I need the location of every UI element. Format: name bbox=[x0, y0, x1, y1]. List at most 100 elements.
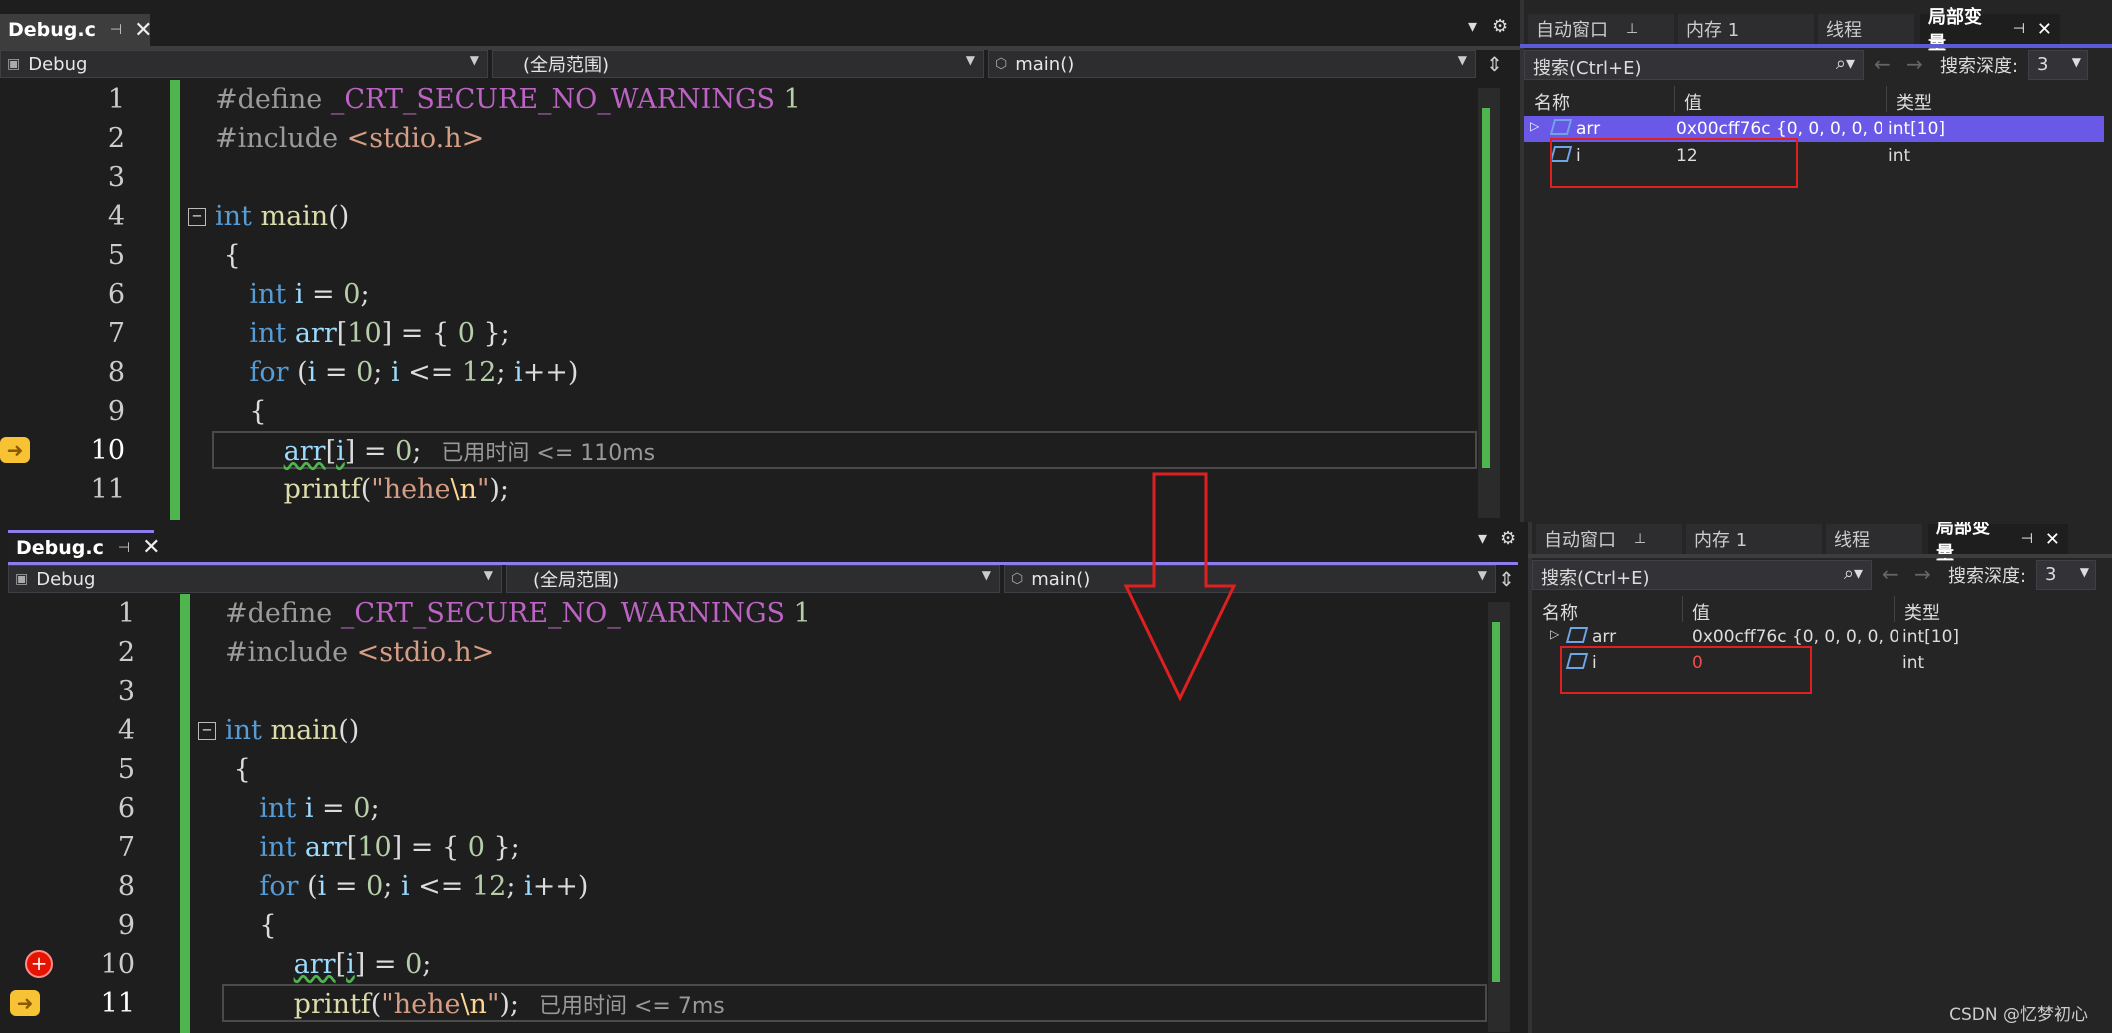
code-line[interactable]: 5 { bbox=[10, 750, 1510, 789]
close-icon[interactable]: ✕ bbox=[142, 535, 160, 560]
code-line[interactable]: 9 { bbox=[0, 392, 1500, 431]
header-name[interactable]: 名称 bbox=[1542, 599, 1578, 625]
tab-locals[interactable]: 局部变量⊣✕ bbox=[1928, 522, 2068, 564]
function-combo[interactable]: ⬡ main() ▼ bbox=[1004, 565, 1496, 593]
search-depth-select[interactable]: 3 ▼ bbox=[2028, 50, 2088, 80]
pin-icon[interactable]: ⊥ bbox=[1626, 21, 1638, 37]
close-icon[interactable]: ✕ bbox=[2037, 19, 2052, 40]
pin-icon[interactable]: ⊣ bbox=[2013, 21, 2025, 37]
tab-locals[interactable]: 局部变量⊣✕ bbox=[1920, 7, 2060, 54]
code-line[interactable]: 2 #include <stdio.h> bbox=[0, 119, 1500, 158]
tab-memory[interactable]: 内存 1 bbox=[1686, 524, 1822, 554]
header-value[interactable]: 值 bbox=[1692, 599, 1710, 625]
line-number: 4 bbox=[107, 201, 125, 232]
code-line-current[interactable]: ➜ 10 arr[i] = 0; 已用时间 <= 110ms bbox=[0, 431, 1500, 470]
current-statement-arrow-icon: ➜ bbox=[10, 990, 40, 1016]
doc-tab-debug-c[interactable]: Debug.c ⊣ ✕ bbox=[8, 530, 161, 562]
code-line[interactable]: 7 int arr[10] = { 0 }; bbox=[10, 828, 1510, 867]
arrow-right-icon[interactable]: → bbox=[1906, 52, 1923, 76]
pin-icon[interactable]: ⊣ bbox=[2021, 531, 2033, 547]
tab-label: 自动窗口 bbox=[1536, 20, 1608, 41]
breakpoint-icon[interactable]: + bbox=[25, 950, 53, 978]
doc-tab-label: Debug.c bbox=[16, 536, 104, 559]
code-line[interactable]: 4 − int main() bbox=[0, 197, 1500, 236]
code-line[interactable]: 3 bbox=[10, 672, 1510, 711]
header-type[interactable]: 类型 bbox=[1896, 89, 1932, 115]
project-combo[interactable]: ▣ Debug ▼ bbox=[0, 50, 488, 78]
line-number: 4 bbox=[117, 715, 135, 746]
code-line[interactable]: 8 for (i = 0; i <= 12; i++) bbox=[10, 867, 1510, 906]
scrollbar-thumb[interactable] bbox=[1482, 108, 1490, 468]
close-icon[interactable]: ✕ bbox=[134, 18, 152, 43]
scrollbar-thumb[interactable] bbox=[1492, 622, 1500, 982]
header-value[interactable]: 值 bbox=[1684, 89, 1702, 115]
column-divider[interactable] bbox=[1886, 86, 1887, 112]
expand-triangle-icon[interactable]: ▷ bbox=[1530, 119, 1539, 133]
tab-list-dropdown-icon[interactable]: ▾ bbox=[1468, 16, 1477, 37]
split-icon[interactable]: ⇕ bbox=[1498, 567, 1515, 591]
pin-icon[interactable]: ⊣ bbox=[110, 22, 122, 38]
row-value[interactable]: 0x00cff76c {0, 0, 0, 0, 0, 0, 0, 0, ... bbox=[1692, 627, 1898, 647]
code-line[interactable]: 11 printf("hehe\n"); bbox=[0, 470, 1500, 509]
line-number: 7 bbox=[117, 832, 135, 863]
row-value[interactable]: 0x00cff76c {0, 0, 0, 0, 0, 0, 0, 0, ... bbox=[1676, 119, 1882, 139]
search-input[interactable]: 搜索(Ctrl+E) ⌕▾ bbox=[1532, 560, 1872, 590]
code-line[interactable]: 2 #include <stdio.h> bbox=[10, 633, 1510, 672]
doc-tab-debug-c[interactable]: Debug.c ⊣ ✕ bbox=[0, 14, 153, 46]
tab-autos[interactable]: 自动窗口 ⊥ bbox=[1528, 14, 1674, 44]
pin-icon[interactable]: ⊣ bbox=[118, 540, 130, 556]
column-divider[interactable] bbox=[1894, 596, 1895, 622]
scope-combo[interactable]: (全局范围) ▼ bbox=[506, 565, 1000, 593]
chevron-down-icon: ▼ bbox=[2079, 565, 2089, 579]
project-combo[interactable]: ▣ Debug ▼ bbox=[8, 565, 502, 593]
search-input[interactable]: 搜索(Ctrl+E) ⌕▾ bbox=[1524, 50, 1864, 80]
arrow-left-icon[interactable]: ← bbox=[1874, 52, 1891, 76]
vertical-scrollbar[interactable] bbox=[1478, 88, 1500, 518]
scope-combo[interactable]: (全局范围) ▼ bbox=[492, 50, 984, 78]
close-icon[interactable]: ✕ bbox=[2045, 529, 2060, 550]
row-name: arr bbox=[1592, 627, 1617, 647]
code-line[interactable]: 5 { bbox=[0, 236, 1500, 275]
vertical-scrollbar[interactable] bbox=[1488, 602, 1510, 1032]
line-number: 1 bbox=[107, 84, 125, 115]
function-combo[interactable]: ⬡ main() ▼ bbox=[988, 50, 1476, 78]
collapse-icon[interactable]: − bbox=[188, 208, 206, 226]
expand-triangle-icon[interactable]: ▷ bbox=[1550, 627, 1559, 641]
column-divider[interactable] bbox=[1682, 596, 1683, 622]
column-divider[interactable] bbox=[1674, 86, 1675, 112]
line-number: 6 bbox=[117, 793, 135, 824]
code-line[interactable]: 1 #define _CRT_SECURE_NO_WARNINGS 1 bbox=[0, 80, 1500, 119]
code-line[interactable]: 8 for (i = 0; i <= 12; i++) bbox=[0, 353, 1500, 392]
header-type[interactable]: 类型 bbox=[1904, 599, 1940, 625]
code-line[interactable]: 7 int arr[10] = { 0 }; bbox=[0, 314, 1500, 353]
tab-threads[interactable]: 线程 bbox=[1826, 524, 1922, 554]
code-line[interactable]: 3 bbox=[0, 158, 1500, 197]
arrow-left-icon[interactable]: ← bbox=[1882, 562, 1899, 586]
split-icon[interactable]: ⇕ bbox=[1486, 52, 1503, 76]
code-line[interactable]: 4 − int main() bbox=[10, 711, 1510, 750]
tab-threads[interactable]: 线程 bbox=[1818, 14, 1914, 44]
search-placeholder: 搜索(Ctrl+E) bbox=[1533, 58, 1642, 79]
code-line[interactable]: 9 { bbox=[10, 906, 1510, 945]
tab-autos[interactable]: 自动窗口 ⊥ bbox=[1536, 524, 1682, 554]
gear-icon[interactable]: ⚙ bbox=[1492, 16, 1508, 37]
search-depth-select[interactable]: 3 ▼ bbox=[2036, 560, 2096, 590]
editor-pane-bottom: Debug.c ⊣ ✕ ▾ ⚙ ▣ Debug ▼ (全局范围) ▼ ⬡ mai… bbox=[0, 522, 2112, 1033]
tab-memory[interactable]: 内存 1 bbox=[1678, 14, 1814, 44]
code-line[interactable]: 1 #define _CRT_SECURE_NO_WARNINGS 1 bbox=[10, 594, 1510, 633]
arrow-right-icon[interactable]: → bbox=[1914, 562, 1931, 586]
search-icon[interactable]: ⌕▾ bbox=[1844, 563, 1863, 584]
row-type: int bbox=[1902, 653, 1925, 673]
tab-list-dropdown-icon[interactable]: ▾ bbox=[1478, 528, 1487, 549]
gear-icon[interactable]: ⚙ bbox=[1500, 528, 1516, 549]
code-line-breakpoint[interactable]: + 10 arr[i] = 0; bbox=[10, 945, 1510, 984]
line-text: int i = 0; bbox=[249, 279, 370, 310]
line-number: 7 bbox=[107, 318, 125, 349]
search-icon[interactable]: ⌕▾ bbox=[1836, 53, 1855, 74]
collapse-icon[interactable]: − bbox=[198, 722, 216, 740]
code-line-current[interactable]: ➜ 11 printf("hehe\n"); 已用时间 <= 7ms bbox=[10, 984, 1510, 1023]
pin-icon[interactable]: ⊥ bbox=[1634, 531, 1646, 547]
code-line[interactable]: 6 int i = 0; bbox=[0, 275, 1500, 314]
header-name[interactable]: 名称 bbox=[1534, 89, 1570, 115]
code-line[interactable]: 6 int i = 0; bbox=[10, 789, 1510, 828]
